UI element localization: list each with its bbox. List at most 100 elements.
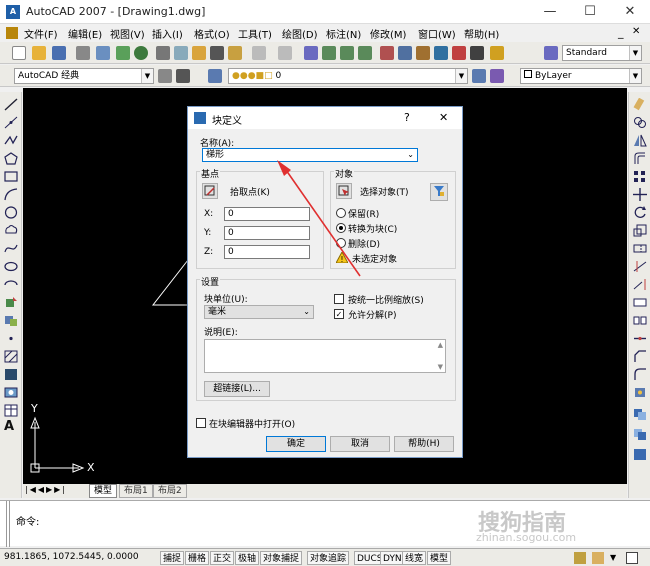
help-button[interactable]: 帮助(H) (394, 436, 454, 452)
layer-previous-icon[interactable] (490, 69, 504, 83)
polygon-icon[interactable] (4, 152, 18, 165)
menu-file[interactable]: 文件(F) (24, 26, 58, 41)
table-icon[interactable] (4, 404, 18, 417)
quick-select-button[interactable] (430, 183, 448, 201)
color-select[interactable]: ByLayer ▼ (520, 68, 642, 84)
extend-icon[interactable] (633, 278, 647, 291)
osnap-toggle[interactable]: 对象捕捉 (260, 551, 303, 565)
menu-draw[interactable]: 绘图(D) (282, 26, 318, 41)
pan-icon[interactable] (304, 46, 318, 60)
calculator-icon[interactable] (470, 46, 484, 60)
menu-edit[interactable]: 编辑(E) (68, 26, 102, 41)
workspace-select[interactable]: AutoCAD 经典 ▼ (14, 68, 154, 84)
move-icon[interactable] (633, 188, 647, 201)
grid-toggle[interactable]: 栅格 (185, 551, 210, 565)
undo-icon[interactable] (252, 46, 266, 60)
mirror-icon[interactable] (633, 134, 647, 147)
text-style-select[interactable]: Standard ▼ (562, 45, 642, 61)
rectangle-icon[interactable] (4, 170, 18, 183)
draw-order-front-icon[interactable] (633, 428, 647, 441)
draw-order-icon[interactable] (633, 408, 647, 421)
array-icon[interactable] (633, 170, 647, 183)
block-editor-icon[interactable] (228, 46, 242, 60)
workspace-settings-icon[interactable] (158, 69, 172, 83)
menu-tools[interactable]: 工具(T) (238, 26, 272, 41)
help-icon[interactable] (490, 46, 504, 60)
allow-explode-checkbox[interactable]: ✓ (334, 309, 344, 319)
dialog-close-button[interactable]: ✕ (439, 111, 448, 124)
markup-icon[interactable] (452, 46, 466, 60)
erase-icon[interactable] (633, 98, 647, 111)
delete-radio[interactable] (336, 238, 346, 248)
menu-insert[interactable]: 插入(I) (152, 26, 183, 41)
scroll-down-icon[interactable]: ▼ (438, 363, 443, 371)
polyline-icon[interactable] (4, 134, 18, 147)
sheet-set-icon[interactable] (434, 46, 448, 60)
point-icon[interactable] (4, 332, 18, 345)
region-icon[interactable] (4, 386, 18, 399)
trim-icon[interactable] (633, 260, 647, 273)
save-icon[interactable] (52, 46, 66, 60)
menu-close-icon[interactable]: ✕ (632, 26, 640, 37)
block-name-combobox[interactable]: 梯形 ⌄ (202, 148, 418, 162)
redo-icon[interactable] (278, 46, 292, 60)
tab-layout2[interactable]: 布局2 (153, 484, 187, 498)
basepoint-y-input[interactable]: 0 (224, 226, 310, 240)
fillet-icon[interactable] (633, 368, 647, 381)
layer-manager-icon[interactable] (208, 69, 222, 83)
command-prompt[interactable]: 命令: (16, 513, 39, 528)
cut-icon[interactable] (156, 46, 170, 60)
preview-icon[interactable] (96, 46, 110, 60)
new-icon[interactable] (12, 46, 26, 60)
open-in-block-editor-checkbox[interactable] (196, 418, 206, 428)
dyn-toggle[interactable]: DYN (380, 551, 405, 565)
menu-minimize-icon[interactable]: _ (618, 26, 624, 39)
minimize-button[interactable]: — (530, 0, 570, 24)
tool-palettes-icon[interactable] (416, 46, 430, 60)
spline-icon[interactable] (4, 242, 18, 255)
menu-window[interactable]: 窗口(W) (418, 26, 456, 41)
hyperlink-button[interactable]: 超链接(L)... (204, 381, 270, 397)
convert-to-block-radio[interactable] (336, 223, 346, 233)
gradient-icon[interactable] (4, 368, 18, 381)
tab-layout1[interactable]: 布局1 (119, 484, 153, 498)
workspace-save-icon[interactable] (176, 69, 190, 83)
copy-icon[interactable] (174, 46, 188, 60)
polar-toggle[interactable]: 极轴 (235, 551, 260, 565)
stretch-icon[interactable] (633, 242, 647, 255)
pick-point-button[interactable] (202, 183, 218, 199)
break-at-point-icon[interactable] (633, 296, 647, 309)
ok-button[interactable]: 确定 (266, 436, 326, 452)
arc-icon[interactable] (4, 188, 18, 201)
basepoint-z-input[interactable]: 0 (224, 245, 310, 259)
paste-icon[interactable] (192, 46, 206, 60)
tab-navigation-arrows-icon[interactable]: |◀◀▶▶| (25, 485, 67, 494)
menu-help[interactable]: 帮助(H) (464, 26, 499, 41)
menu-format[interactable]: 格式(O) (194, 26, 230, 41)
insert-block-icon[interactable] (4, 296, 18, 309)
line-icon[interactable] (4, 98, 18, 111)
explode-icon[interactable] (633, 386, 647, 399)
status-menu-arrow-icon[interactable]: ▼ (610, 553, 616, 562)
chamfer-icon[interactable] (633, 350, 647, 363)
cancel-button[interactable]: 取消 (330, 436, 390, 452)
dialog-title-bar[interactable]: 块定义 ? ✕ (188, 107, 462, 129)
construction-line-icon[interactable] (4, 116, 18, 129)
maximize-button[interactable]: ☐ (570, 0, 610, 24)
model-toggle[interactable]: 模型 (427, 551, 452, 565)
zoom-previous-icon[interactable] (358, 46, 372, 60)
scale-uniformly-checkbox[interactable] (334, 294, 344, 304)
lineweight-toggle[interactable]: 线宽 (402, 551, 427, 565)
zoom-realtime-icon[interactable] (322, 46, 336, 60)
design-center-icon[interactable] (398, 46, 412, 60)
communication-center-icon[interactable] (574, 552, 586, 564)
select-objects-button[interactable] (336, 183, 352, 199)
make-layer-current-icon[interactable] (472, 69, 486, 83)
offset-icon[interactable] (633, 152, 647, 165)
text-style-icon[interactable] (544, 46, 558, 60)
copy-object-icon[interactable] (633, 116, 647, 129)
print-icon[interactable] (76, 46, 90, 60)
hatch-icon[interactable] (4, 350, 18, 363)
layer-select[interactable]: ●●●■□ 0 ▼ (228, 68, 468, 84)
scroll-up-icon[interactable]: ▲ (438, 341, 443, 349)
